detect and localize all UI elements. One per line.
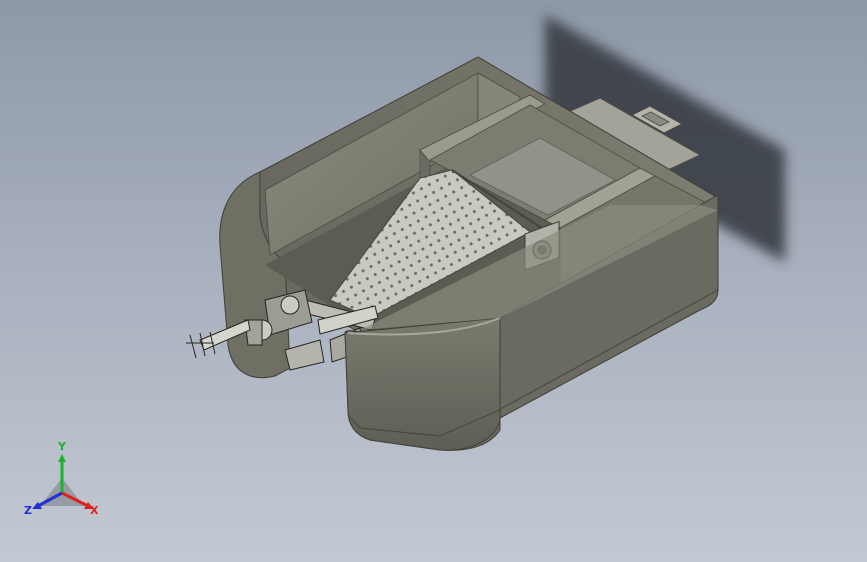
z-axis-label: Z — [24, 504, 32, 517]
model-view[interactable] — [0, 0, 867, 562]
y-axis-label: Y — [58, 440, 66, 453]
axis-triad[interactable]: Y X Z — [22, 440, 112, 528]
triad-graphic — [32, 454, 94, 509]
3d-viewport[interactable]: Y X Z — [0, 0, 867, 562]
y-arrow-icon — [58, 454, 66, 462]
x-axis-label: X — [90, 504, 99, 517]
hull-front-face — [344, 317, 501, 451]
